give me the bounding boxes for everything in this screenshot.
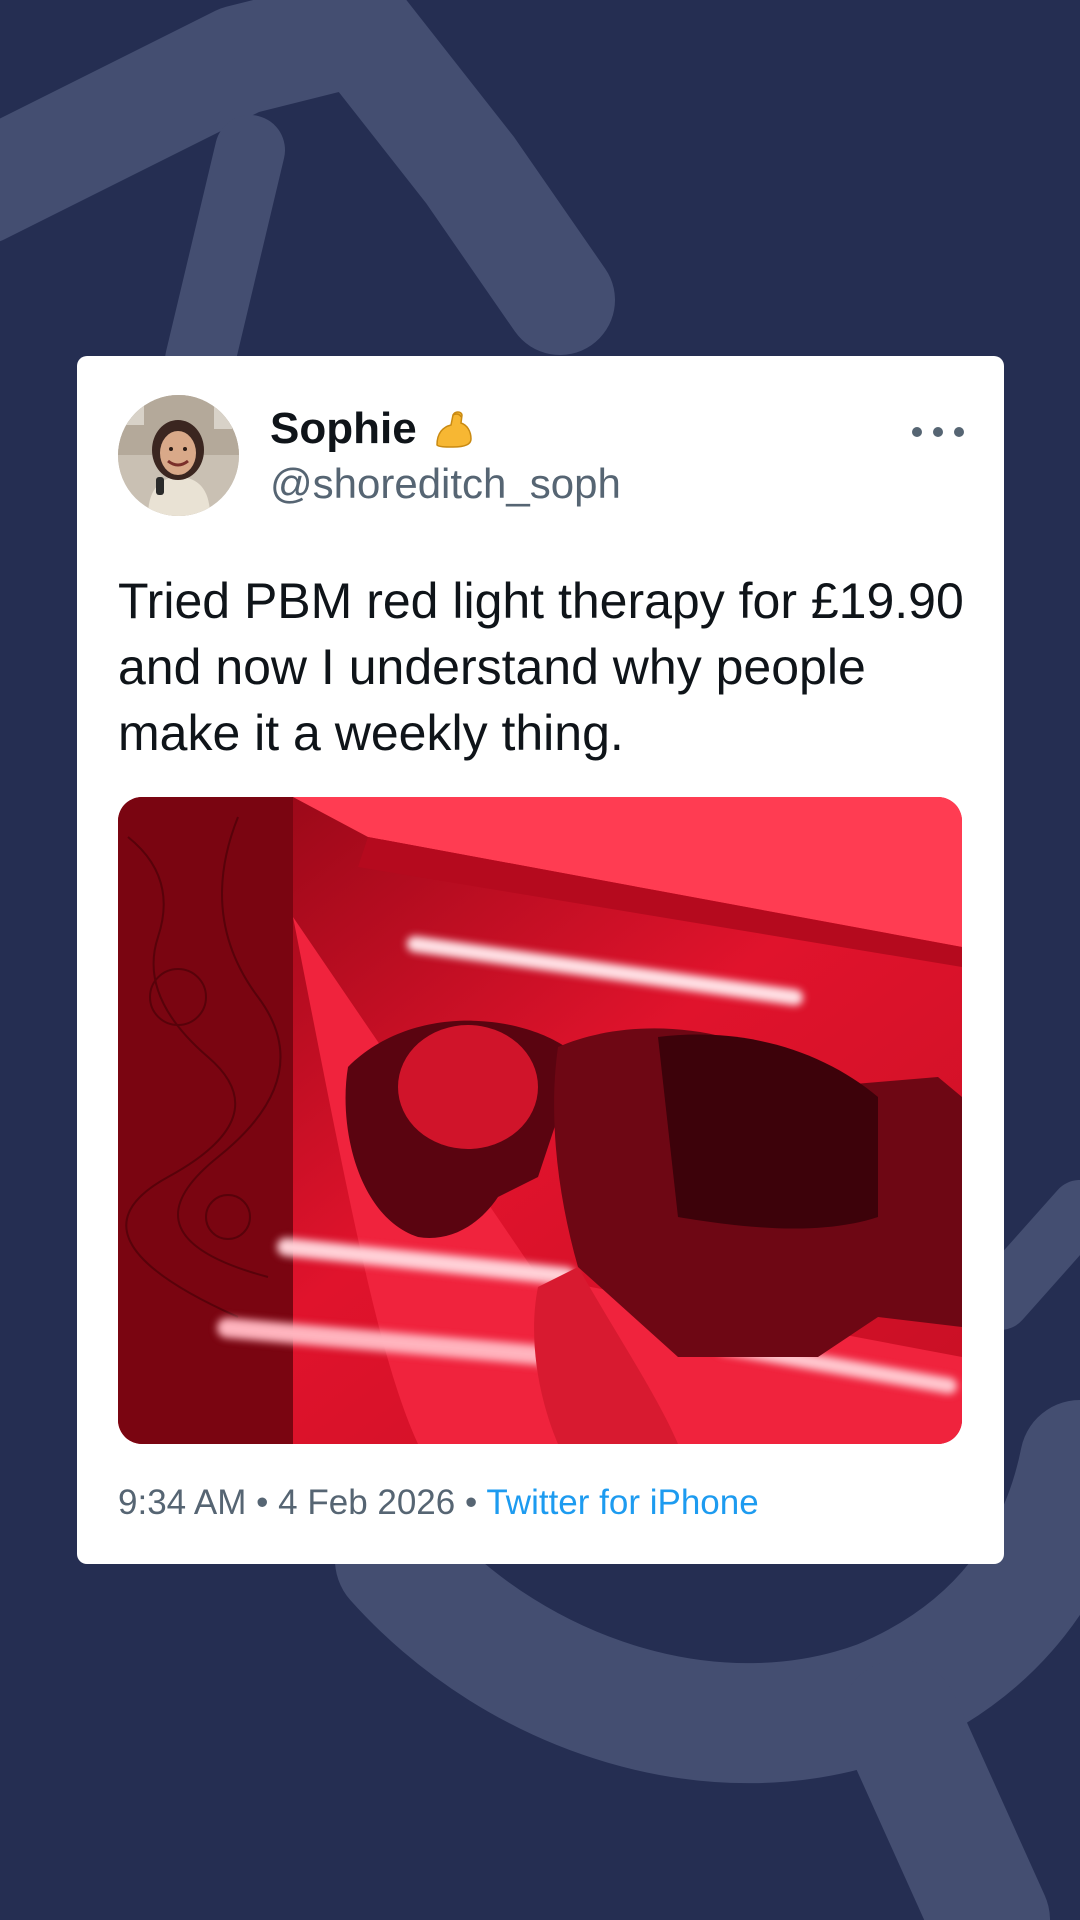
tweet-date: 4 Feb 2026: [278, 1483, 456, 1522]
red-light-therapy-photo: [118, 797, 962, 1444]
flexed-biceps-icon: [435, 411, 472, 448]
author-name-text: Sophie: [270, 404, 417, 453]
tweet-time: 9:34 AM: [118, 1483, 247, 1522]
meta-separator: •: [256, 1483, 269, 1522]
more-horizontal-icon: [933, 427, 943, 437]
avatar[interactable]: [118, 395, 239, 516]
more-horizontal-icon: [954, 427, 964, 437]
author-display-name[interactable]: Sophie: [270, 404, 475, 454]
tweet-meta: 9:34 AM • 4 Feb 2026 • Twitter for iPhon…: [118, 1483, 759, 1523]
tweet-text: Tried PBM red light therapy for £19.90 a…: [118, 573, 964, 761]
tweet-media-photo[interactable]: [118, 797, 962, 1444]
more-horizontal-icon: [912, 427, 922, 437]
meta-separator: •: [464, 1483, 478, 1522]
tweet-source-link[interactable]: Twitter for iPhone: [486, 1483, 758, 1522]
more-options-button[interactable]: [912, 418, 964, 446]
tweet-card[interactable]: Sophie @shoreditch_soph Tried PBM red li…: [77, 356, 1004, 1564]
avatar-photo: [118, 395, 239, 516]
author-handle[interactable]: @shoreditch_soph: [270, 460, 621, 508]
